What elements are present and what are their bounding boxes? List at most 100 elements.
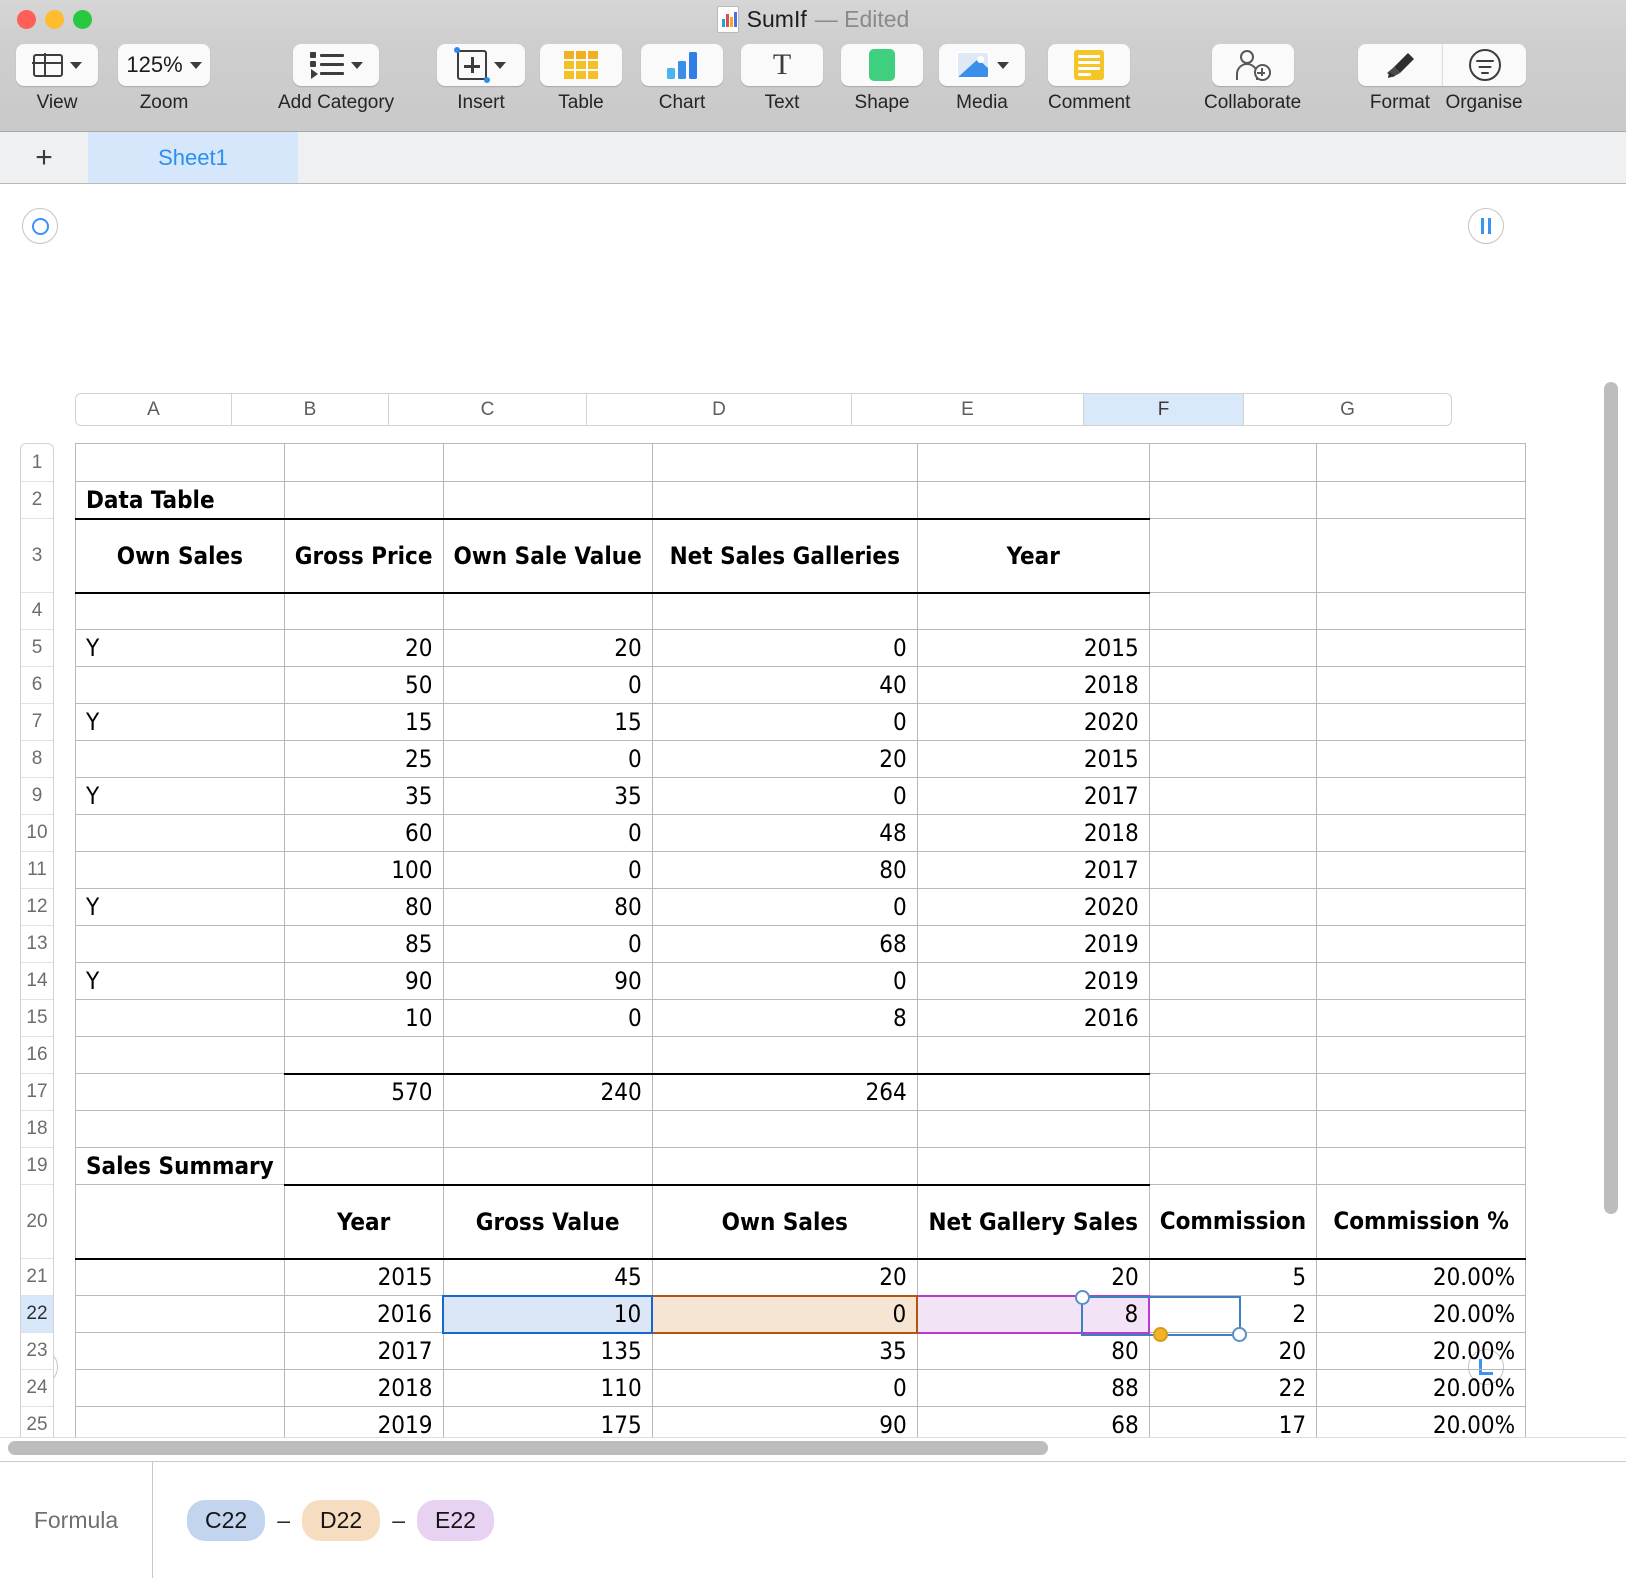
cell-A9[interactable]: Y (75, 777, 285, 815)
cell-F13[interactable] (1148, 925, 1318, 963)
horizontal-scrollbar[interactable] (8, 1441, 1048, 1455)
cell-D13[interactable]: 68 (651, 925, 918, 963)
row-header-6[interactable]: 6 (21, 667, 53, 704)
cell-A10[interactable] (75, 814, 285, 852)
cell-A4[interactable] (75, 592, 285, 630)
cell-G3[interactable] (1316, 518, 1527, 593)
cell-B21[interactable]: 2015 (283, 1258, 444, 1296)
cell-B12[interactable]: 80 (283, 888, 444, 926)
cell-D11[interactable]: 80 (651, 851, 918, 889)
cell-G10[interactable] (1316, 814, 1527, 852)
toolbar-item-insert[interactable]: Insert (437, 44, 525, 114)
cell-D7[interactable]: 0 (651, 703, 918, 741)
cell-C14[interactable]: 90 (442, 962, 653, 1000)
cell-D22[interactable]: 0 (651, 1294, 919, 1334)
cell-G6[interactable] (1316, 666, 1527, 704)
cell-G17[interactable] (1316, 1073, 1527, 1111)
column-header-b[interactable]: B (232, 394, 389, 425)
cell-B15[interactable]: 10 (283, 999, 444, 1037)
maximize-button[interactable] (73, 9, 92, 29)
cell-F9[interactable] (1148, 777, 1318, 815)
cell-D5[interactable]: 0 (651, 629, 918, 667)
cell-A24[interactable] (75, 1369, 285, 1407)
row-header-8[interactable]: 8 (21, 741, 53, 778)
cell-G12[interactable] (1316, 888, 1527, 926)
row-header-17[interactable]: 17 (21, 1074, 53, 1111)
row-header-2[interactable]: 2 (21, 482, 53, 519)
cell-D15[interactable]: 8 (651, 999, 918, 1037)
cell-B23[interactable]: 2017 (283, 1332, 444, 1370)
cell-C1[interactable] (442, 443, 653, 482)
cell-B19[interactable] (283, 1147, 444, 1186)
toolbar-item-comment[interactable]: Comment (1048, 44, 1130, 114)
row-header-7[interactable]: 7 (21, 704, 53, 741)
cell-C12[interactable]: 80 (442, 888, 653, 926)
cell-E14[interactable]: 2019 (916, 962, 1150, 1000)
cell-A19-sales-summary-title[interactable]: Sales Summary (75, 1147, 285, 1185)
cell-G19[interactable] (1316, 1147, 1527, 1185)
cell-G7[interactable] (1316, 703, 1527, 741)
cell-E18[interactable] (916, 1110, 1150, 1148)
cell-E7[interactable]: 2020 (916, 703, 1150, 741)
cell-C11[interactable]: 0 (442, 851, 653, 889)
cell-D2[interactable] (651, 481, 918, 519)
cell-F24[interactable]: 22 (1148, 1369, 1318, 1407)
cell-E11[interactable]: 2017 (916, 851, 1150, 889)
cell-G22[interactable]: 20.00% (1316, 1295, 1527, 1333)
column-header-a[interactable]: A (76, 394, 232, 425)
cell-A13[interactable] (75, 925, 285, 963)
row-header-19[interactable]: 19 (21, 1148, 53, 1185)
cell-F2[interactable] (1148, 481, 1318, 519)
toolbar-item-text[interactable]: T Text (741, 44, 823, 114)
row-header-24[interactable]: 24 (21, 1370, 53, 1407)
cell-C20-header-gross-value[interactable]: Gross Value (442, 1184, 653, 1260)
cell-B1[interactable] (283, 443, 444, 482)
cell-A8[interactable] (75, 740, 285, 778)
cell-A21[interactable] (75, 1258, 285, 1296)
window-controls[interactable] (17, 9, 92, 29)
column-header-d[interactable]: D (587, 394, 852, 425)
row-header-10[interactable]: 10 (21, 815, 53, 852)
cell-G4[interactable] (1316, 592, 1527, 630)
row-header-9[interactable]: 9 (21, 778, 53, 815)
sheet-tab-sheet1[interactable]: Sheet1 (88, 132, 298, 183)
cell-E23[interactable]: 80 (916, 1332, 1150, 1370)
cell-A16[interactable] (75, 1036, 285, 1074)
cell-C24[interactable]: 110 (442, 1369, 653, 1407)
cell-F12[interactable] (1148, 888, 1318, 926)
cell-D19[interactable] (651, 1147, 918, 1186)
cell-E5[interactable]: 2015 (916, 629, 1150, 667)
cell-D23[interactable]: 35 (651, 1332, 918, 1370)
cell-C18[interactable] (442, 1110, 653, 1148)
cell-E12[interactable]: 2020 (916, 888, 1150, 926)
cell-B13[interactable]: 85 (283, 925, 444, 963)
row-header-18[interactable]: 18 (21, 1111, 53, 1148)
cell-F10[interactable] (1148, 814, 1318, 852)
add-sheet-button[interactable]: + (0, 132, 88, 183)
cell-A14[interactable]: Y (75, 962, 285, 1000)
toolbar-item-shape[interactable]: Shape (841, 44, 923, 114)
cell-G18[interactable] (1316, 1110, 1527, 1148)
row-header-16[interactable]: 16 (21, 1037, 53, 1074)
cell-C22[interactable]: 10 (441, 1294, 654, 1334)
cell-D14[interactable]: 0 (651, 962, 918, 1000)
cell-G21[interactable]: 20.00% (1316, 1258, 1527, 1296)
cell-E16[interactable] (916, 1036, 1150, 1074)
toolbar-item-media[interactable]: Media (939, 44, 1025, 114)
cell-A3-header-own-sales[interactable]: Own Sales (75, 517, 285, 594)
cell-B20-header-year[interactable]: Year (283, 1184, 444, 1260)
cell-C15[interactable]: 0 (442, 999, 653, 1037)
cell-C16[interactable] (442, 1036, 653, 1074)
formula-token-c22[interactable]: C22 (187, 1499, 266, 1541)
cell-A18[interactable] (75, 1110, 285, 1148)
cell-E21[interactable]: 20 (916, 1258, 1150, 1296)
cell-E10[interactable]: 2018 (916, 814, 1150, 852)
cell-G13[interactable] (1316, 925, 1527, 963)
cell-E17[interactable] (916, 1072, 1150, 1111)
cell-A2-data-table-title[interactable]: Data Table (75, 481, 285, 519)
cell-D24[interactable]: 0 (651, 1369, 918, 1407)
cell-D12[interactable]: 0 (651, 888, 918, 926)
toolbar-item-view[interactable]: View (16, 44, 98, 114)
cell-C10[interactable]: 0 (442, 814, 653, 852)
cell-G15[interactable] (1316, 999, 1527, 1037)
